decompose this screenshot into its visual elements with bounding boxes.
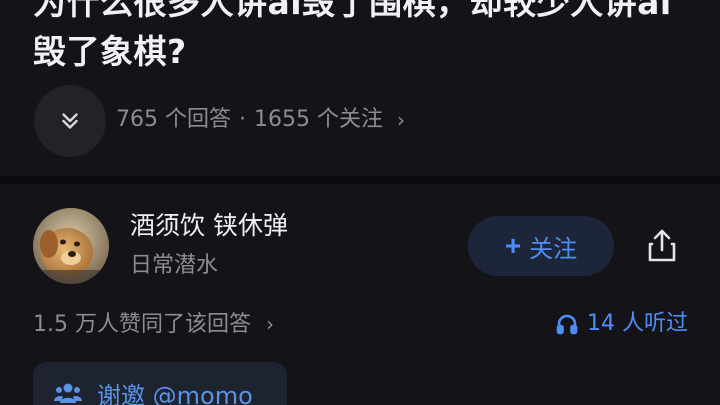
question-meta[interactable]: 765 个回答 · 1655 个关注 › [116, 100, 405, 140]
upvote-summary[interactable]: 1.5 万人赞同了该回答 › [33, 304, 274, 345]
meta-separator: · [239, 107, 246, 132]
author-avatar[interactable] [33, 208, 109, 284]
share-icon [648, 229, 676, 262]
followers-count: 1655 个关注 [254, 107, 383, 132]
follow-button[interactable]: + 关注 [468, 216, 614, 276]
chevron-double-down-icon [62, 113, 78, 129]
headphones-icon [556, 314, 578, 335]
meta-chevron-icon: › [396, 108, 405, 132]
invite-label: 谢邀 @momo [97, 381, 253, 405]
upvote-text: 1.5 万人赞同了该回答 [33, 312, 251, 337]
listen-count[interactable]: 14 人听过 [555, 304, 688, 344]
expand-button[interactable] [34, 85, 106, 157]
answers-count: 765 个回答 [116, 107, 231, 132]
listen-text: 14 人听过 [587, 311, 688, 336]
question-title[interactable]: 为什么很多人讲ai毁了围棋，却较少人讲ai毁了象棋? [33, 0, 693, 76]
invite-chip[interactable]: 谢邀 @momo [33, 362, 287, 405]
author-bio: 日常潜水 [130, 253, 219, 278]
answer-page: 为什么很多人讲ai毁了围棋，却较少人讲ai毁了象棋? 765 个回答 · 165… [0, 0, 720, 405]
follow-label: 关注 [529, 235, 578, 263]
upvote-chevron-icon: › [265, 312, 274, 336]
plus-icon: + [504, 230, 522, 261]
author-name[interactable]: 酒须饮 铗休弹 [130, 206, 288, 246]
people-icon [54, 383, 82, 403]
section-divider [0, 176, 720, 184]
dog-avatar-image [33, 208, 109, 284]
share-button[interactable] [636, 220, 688, 272]
